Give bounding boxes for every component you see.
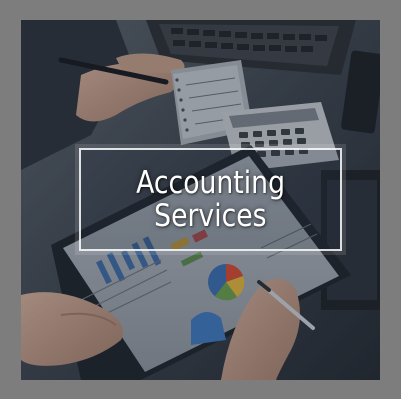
title-box: Accounting Services [79, 148, 342, 251]
accounting-photo: Accounting Services [21, 20, 380, 380]
title-line-1: Accounting [136, 164, 285, 201]
title-line-2: Services [154, 197, 267, 234]
image-frame: Accounting Services [0, 0, 401, 399]
